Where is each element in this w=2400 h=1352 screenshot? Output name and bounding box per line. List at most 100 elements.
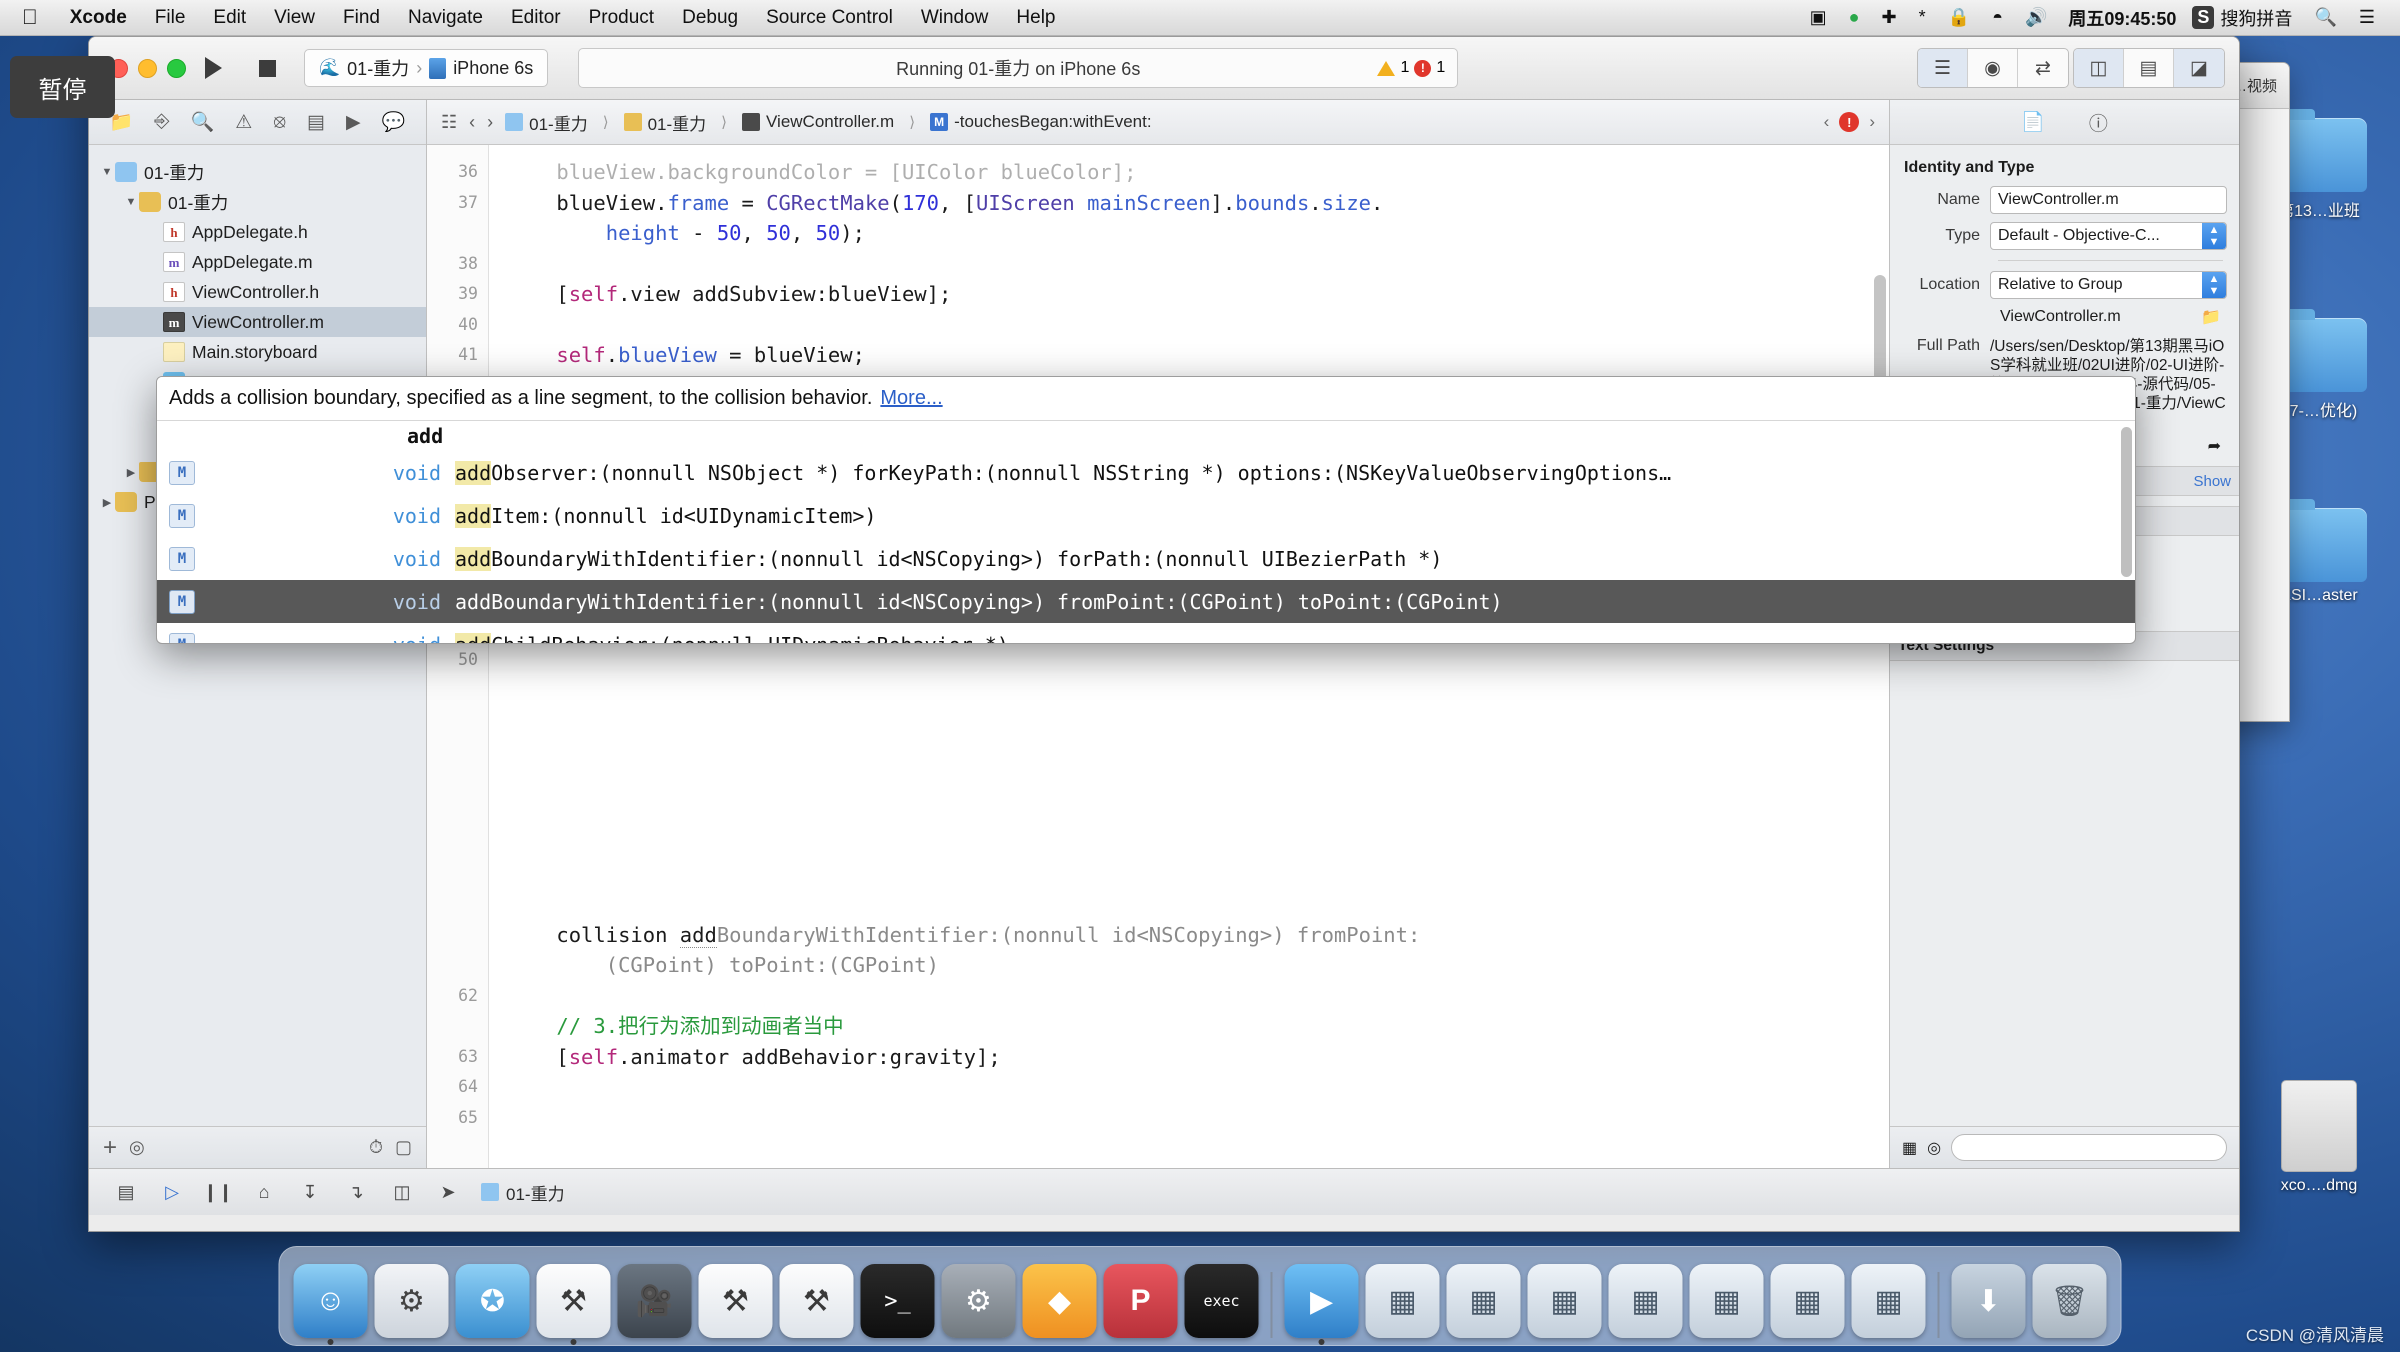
view-toggle-segments[interactable]: ◫ ▤ ◪ [2073, 48, 2225, 88]
dock-item-simulator[interactable]: exec [1184, 1264, 1259, 1338]
menu-source-control[interactable]: Source Control [752, 7, 907, 29]
navigator-toggle-button[interactable]: ◫ [2074, 49, 2124, 87]
desktop-icon-dmg[interactable]: xco….dmg [2260, 1080, 2378, 1195]
related-items-icon[interactable]: ☷ [441, 112, 457, 133]
editor-mode-segments[interactable]: ☰ ◉ ⇄ [1917, 48, 2069, 88]
dock-item-media-player[interactable]: ▶ [1284, 1264, 1359, 1338]
dropbox-icon[interactable]: ● [1838, 7, 1871, 28]
debug-navigator-icon[interactable]: ▤ [307, 111, 325, 134]
tree-row-main-storyboard[interactable]: Main.storyboard [89, 337, 426, 367]
assistant-editor-button[interactable]: ◉ [1968, 49, 2018, 87]
dock-item-finder[interactable]: ☺ [293, 1264, 368, 1338]
jump-bar-issue-nav[interactable]: ‹ ! › [1824, 112, 1875, 132]
issue-navigator-icon[interactable]: ⚠ [235, 111, 252, 134]
report-navigator-icon[interactable]: 💬 [382, 110, 406, 134]
bluetooth-icon[interactable]: * [1908, 7, 1937, 28]
stop-button[interactable] [240, 48, 294, 88]
file-location-popup[interactable]: Relative to Group ▲ ▼ [1990, 271, 2227, 299]
file-name-field[interactable]: ViewController.m [1990, 186, 2227, 214]
dock-item-xcode[interactable]: ⚒ [536, 1264, 611, 1338]
menu-xcode[interactable]: Xcode [56, 7, 141, 29]
back-arrow-icon[interactable]: ‹ [469, 112, 475, 133]
control-center-icon[interactable]: ☰ [2348, 7, 2386, 28]
file-type-popup[interactable]: Default - Objective-C... ▲ ▼ [1990, 222, 2227, 250]
dock-item-paw[interactable]: P [1103, 1264, 1178, 1338]
spotlight-search-icon[interactable]: 🔍 [2303, 7, 2347, 28]
inspector-filter-icon[interactable]: ◎ [1927, 1138, 1941, 1158]
debug-bar[interactable]: ▤ ▷ ❙❙ ⌂ ↧ ↴ ◫ ➤ 01-重力 [89, 1168, 2239, 1215]
ime-badge-icon[interactable]: S [2192, 6, 2215, 29]
autocomplete-item[interactable]: M void addChildBehavior:(nonnull UIDynam… [157, 623, 2135, 643]
volume-icon[interactable]: 🔊 [2014, 7, 2058, 28]
breadcrumb-method[interactable]: M -touchesBegan:withEvent: [930, 112, 1152, 132]
run-button[interactable] [186, 48, 240, 88]
breakpoint-navigator-icon[interactable]: ▶ [346, 111, 361, 134]
minimize-button[interactable] [138, 58, 157, 78]
test-navigator-icon[interactable]: ⦻ [273, 111, 286, 133]
source-code-text[interactable]: blueView.backgroundColor = [UIColor blue… [489, 145, 1889, 1168]
breadcrumb-group[interactable]: 01-重力 [623, 110, 706, 135]
clock[interactable]: 周五09:45:50 [2058, 5, 2186, 31]
dock-item-window-4[interactable]: ▦ [1608, 1264, 1683, 1338]
dock-item-window-3[interactable]: ▦ [1527, 1264, 1602, 1338]
recent-files-icon[interactable]: ⏱ [369, 1137, 383, 1158]
dock-item-safari[interactable]: ✪ [455, 1264, 530, 1338]
tree-row-appdelegate-m[interactable]: m AppDelegate.m [89, 247, 426, 277]
previous-issue-icon[interactable]: ‹ [1824, 112, 1830, 132]
airplay-icon[interactable]: ✚ [1871, 7, 1908, 28]
tree-row-viewcontroller-h[interactable]: h ViewController.h [89, 277, 426, 307]
tree-row-appdelegate-h[interactable]: h AppDelegate.h [89, 217, 426, 247]
screen-record-icon[interactable]: ▣ [1799, 7, 1838, 28]
disclosure-triangle-icon[interactable]: ▼ [99, 166, 115, 178]
autocomplete-item-selected[interactable]: M void addBoundaryWithIdentifier:(nonnul… [157, 580, 2135, 623]
disclosure-triangle-icon[interactable]: ▶ [99, 496, 115, 509]
autocomplete-popup[interactable]: Adds a collision boundary, specified as … [156, 376, 2136, 644]
menu-window[interactable]: Window [907, 7, 1003, 29]
disclosure-triangle-icon[interactable]: ▶ [123, 466, 139, 479]
breadcrumb-project[interactable]: 01-重力 [505, 110, 588, 135]
tree-row-viewcontroller-m[interactable]: m ViewController.m [89, 307, 426, 337]
filter-icon[interactable]: ◎ [129, 1137, 145, 1158]
dock-item-launchpad[interactable]: ⚙ [374, 1264, 449, 1338]
zoom-button[interactable] [167, 58, 186, 78]
breadcrumb-file[interactable]: ViewController.m [742, 112, 894, 132]
dock-item-terminal[interactable]: >_ [860, 1264, 935, 1338]
issue-counters[interactable]: 1 ! 1 [1377, 59, 1445, 77]
quick-help-icon[interactable]: ⓘ [2089, 109, 2108, 136]
step-out-icon[interactable]: ◫ [379, 1175, 425, 1209]
navigator-tab-bar[interactable]: 📁 ⎆ 🔍 ⚠ ⦻ ▤ ▶ 💬 [89, 100, 426, 145]
lock-icon[interactable]: 🔒 [1937, 7, 1981, 28]
unsaved-files-icon[interactable]: ▢ [395, 1137, 412, 1158]
search-navigator-icon[interactable]: 🔍 [191, 110, 215, 134]
breakpoints-toggle-icon[interactable]: ▷ [149, 1175, 195, 1209]
dock-item-system-preferences[interactable]: ⚙ [941, 1264, 1016, 1338]
jump-bar[interactable]: ☷ ‹ › 01-重力 ⟩ 01-重力 ⟩ ViewController.m ⟩… [427, 100, 1889, 145]
pause-icon[interactable]: ❙❙ [195, 1175, 241, 1209]
step-over-icon[interactable]: ↧ [287, 1175, 333, 1209]
editor-scrollbar[interactable] [1874, 155, 1886, 1137]
pause-overlay-badge[interactable]: 暂停 [10, 56, 115, 118]
step-into-icon[interactable]: ↴ [333, 1175, 379, 1209]
choose-file-icon[interactable]: 📁 [2201, 307, 2221, 327]
dock-item-sketch[interactable]: ◆ [1022, 1264, 1097, 1338]
wifi-icon[interactable]: ◓ [1981, 7, 2014, 28]
dock-item-window-2[interactable]: ▦ [1446, 1264, 1521, 1338]
continue-icon[interactable]: ⌂ [241, 1175, 287, 1209]
hide-debug-area-icon[interactable]: ▤ [103, 1175, 149, 1209]
dock-item-window-5[interactable]: ▦ [1689, 1264, 1764, 1338]
autocomplete-item[interactable]: M void addObserver:(nonnull NSObject *) … [157, 451, 2135, 494]
version-editor-button[interactable]: ⇄ [2018, 49, 2068, 87]
add-file-button[interactable]: + [103, 1134, 117, 1162]
autocomplete-scrollbar[interactable] [2121, 427, 2132, 637]
scheme-selector[interactable]: 🌊 01-重力 › iPhone 6s [304, 49, 549, 87]
dock-item-xcode-beta[interactable]: ⚒ [698, 1264, 773, 1338]
menu-edit[interactable]: Edit [199, 7, 260, 29]
menu-navigate[interactable]: Navigate [394, 7, 497, 29]
menu-editor[interactable]: Editor [497, 7, 575, 29]
debug-area-toggle-button[interactable]: ▤ [2124, 49, 2174, 87]
issue-indicator-icon[interactable]: ! [1839, 112, 1860, 132]
code-editor[interactable]: 36 37 38 39 40 41 42 43 44 45 46 47 48 4… [427, 145, 1889, 1168]
dock-item-quicktime[interactable]: 🎥 [617, 1264, 692, 1338]
on-demand-show-button[interactable]: Show [2193, 473, 2231, 490]
autocomplete-item[interactable]: M void addBoundaryWithIdentifier:(nonnul… [157, 537, 2135, 580]
